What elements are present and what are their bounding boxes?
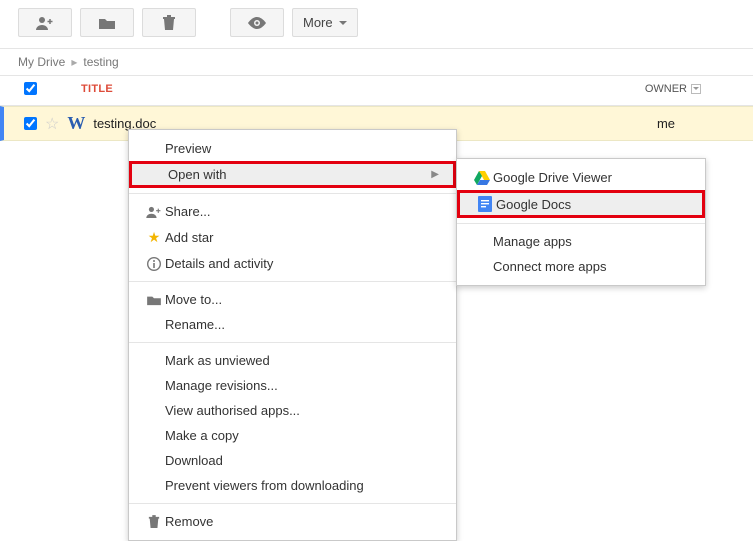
column-title[interactable]: TITLE xyxy=(81,83,113,95)
menu-mark-unviewed[interactable]: Mark as unviewed xyxy=(129,348,456,373)
menu-preview[interactable]: Preview xyxy=(129,136,456,161)
submenu-manage-apps[interactable]: Manage apps xyxy=(457,229,705,254)
chevron-right-icon: ▶ xyxy=(431,169,439,180)
file-checkbox[interactable] xyxy=(24,117,37,130)
file-owner: me xyxy=(657,116,675,131)
breadcrumb-current: testing xyxy=(83,55,118,69)
menu-make-copy[interactable]: Make a copy xyxy=(129,423,456,448)
delete-button[interactable] xyxy=(142,8,196,37)
submenu-google-docs[interactable]: Google Docs xyxy=(457,190,705,218)
word-doc-icon: W xyxy=(67,113,85,134)
breadcrumb-root[interactable]: My Drive xyxy=(18,55,65,69)
menu-remove[interactable]: Remove xyxy=(129,509,456,534)
menu-share[interactable]: Share... xyxy=(129,199,456,224)
open-with-submenu: Google Drive Viewer Google Docs Manage a… xyxy=(456,158,706,286)
folder-icon xyxy=(98,16,116,30)
person-add-icon xyxy=(36,16,54,30)
menu-view-apps[interactable]: View authorised apps... xyxy=(129,398,456,423)
menu-prevent-download[interactable]: Prevent viewers from downloading xyxy=(129,473,456,498)
column-owner[interactable]: OWNER xyxy=(645,83,701,95)
submenu-connect-more[interactable]: Connect more apps xyxy=(457,254,705,279)
toolbar: More xyxy=(0,0,753,45)
select-all-checkbox[interactable] xyxy=(24,82,37,95)
drive-icon xyxy=(471,171,493,185)
folder-button[interactable] xyxy=(80,8,134,37)
column-header-row: TITLE OWNER xyxy=(0,76,753,105)
menu-rename[interactable]: Rename... xyxy=(129,312,456,337)
person-add-icon xyxy=(143,206,165,218)
menu-download[interactable]: Download xyxy=(129,448,456,473)
more-button[interactable]: More xyxy=(292,8,358,37)
eye-icon xyxy=(247,17,267,29)
menu-move-to[interactable]: Move to... xyxy=(129,287,456,312)
docs-icon xyxy=(474,196,496,212)
trash-icon xyxy=(143,515,165,529)
chevron-down-icon xyxy=(339,21,347,25)
menu-details[interactable]: Details and activity xyxy=(129,251,456,276)
more-label: More xyxy=(303,15,333,30)
submenu-drive-viewer[interactable]: Google Drive Viewer xyxy=(457,165,705,190)
menu-manage-revisions[interactable]: Manage revisions... xyxy=(129,373,456,398)
star-icon: ★ xyxy=(143,229,165,246)
preview-button[interactable] xyxy=(230,8,284,37)
add-person-button[interactable] xyxy=(18,8,72,37)
menu-add-star[interactable]: ★ Add star xyxy=(129,224,456,251)
folder-icon xyxy=(143,294,165,306)
trash-icon xyxy=(162,15,176,31)
star-icon[interactable]: ☆ xyxy=(45,114,59,134)
info-icon xyxy=(143,257,165,271)
breadcrumb: My Drive ▸ testing xyxy=(0,49,753,75)
dropdown-icon xyxy=(691,84,701,94)
context-menu: Preview Open with ▶ Share... ★ Add star … xyxy=(128,129,457,541)
chevron-right-icon: ▸ xyxy=(71,55,77,69)
menu-open-with[interactable]: Open with ▶ xyxy=(129,161,456,188)
